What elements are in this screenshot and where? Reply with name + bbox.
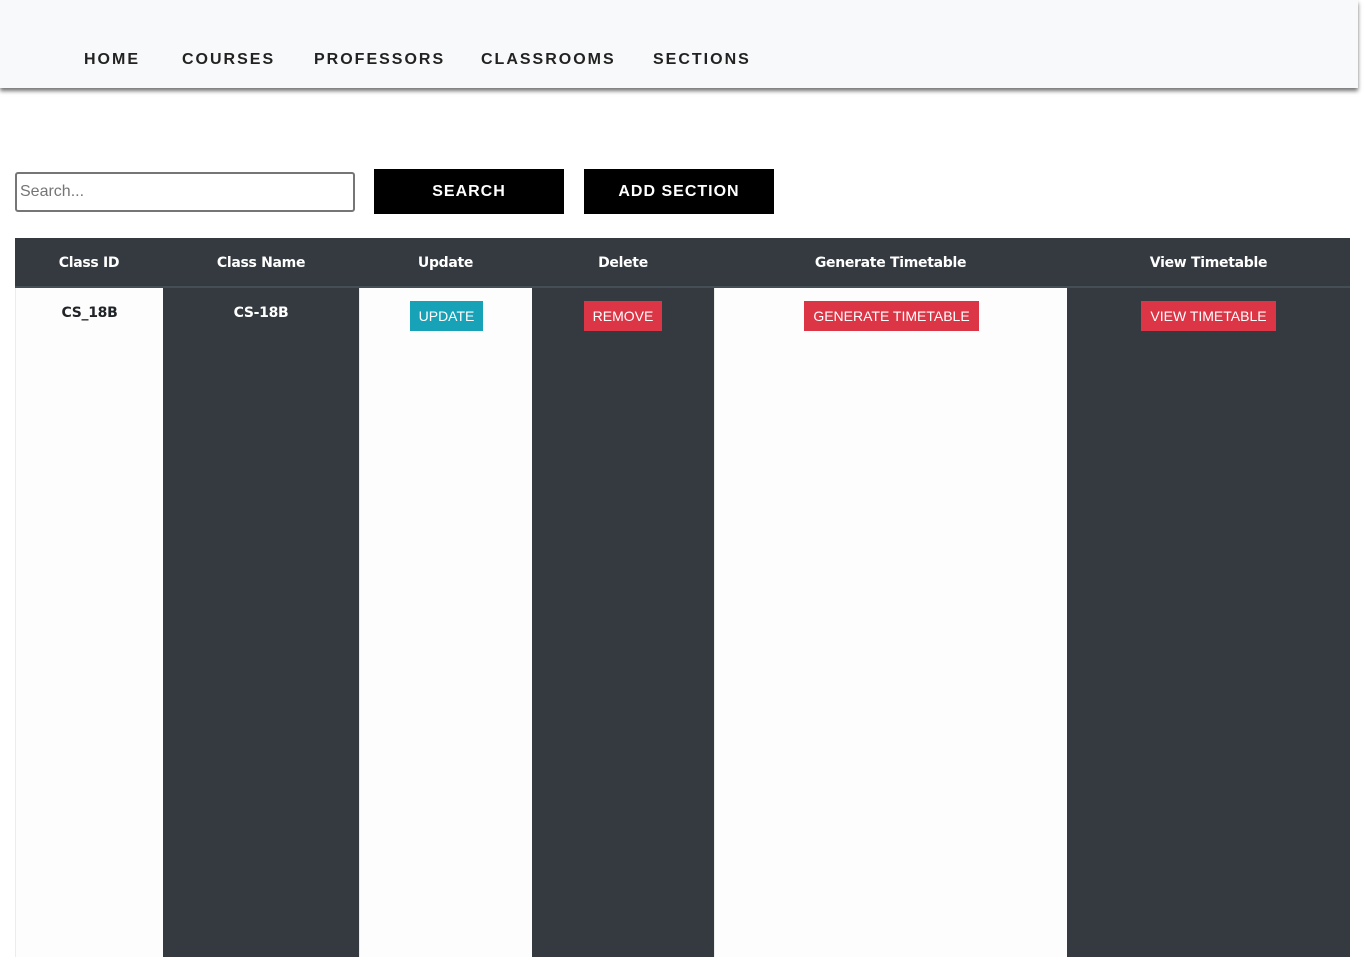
nav-home[interactable]: HOME bbox=[84, 51, 140, 69]
table-header: Class ID Class Name Update Delete Genera… bbox=[15, 238, 1350, 288]
add-section-button[interactable]: ADD SECTION bbox=[584, 169, 774, 214]
nav-courses[interactable]: COURSES bbox=[182, 51, 275, 69]
class-id-value: CS_18B bbox=[61, 305, 118, 321]
update-button[interactable]: UPDATE bbox=[410, 301, 483, 331]
header-delete: Delete bbox=[598, 255, 648, 271]
generate-timetable-button[interactable]: GENERATE TIMETABLE bbox=[804, 301, 979, 331]
nav-classrooms[interactable]: CLASSROOMS bbox=[481, 51, 616, 69]
table-row-cell-generate: GENERATE TIMETABLE bbox=[714, 288, 1067, 957]
table-row-cell-class-name: CS-18B bbox=[163, 288, 359, 957]
header-view-timetable: View Timetable bbox=[1149, 255, 1268, 271]
search-input[interactable] bbox=[15, 172, 355, 212]
header-class-name: Class Name bbox=[216, 255, 306, 271]
table-row-cell-class-id: CS_18B bbox=[15, 288, 163, 957]
class-name-value: CS-18B bbox=[233, 305, 289, 321]
top-navbar: HOME COURSES PROFESSORS CLASSROOMS SECTI… bbox=[0, 0, 1358, 88]
table-row-cell-update: UPDATE bbox=[359, 288, 532, 957]
view-timetable-button[interactable]: VIEW TIMETABLE bbox=[1141, 301, 1276, 331]
sections-table: Class ID Class Name Update Delete Genera… bbox=[15, 238, 1350, 957]
table-row-cell-view: VIEW TIMETABLE bbox=[1067, 288, 1350, 957]
nav-professors[interactable]: PROFESSORS bbox=[314, 51, 445, 69]
nav-sections[interactable]: SECTIONS bbox=[653, 51, 751, 69]
header-class-id: Class ID bbox=[58, 255, 120, 271]
remove-button[interactable]: REMOVE bbox=[584, 301, 662, 331]
table-row-cell-delete: REMOVE bbox=[532, 288, 714, 957]
header-generate-timetable: Generate Timetable bbox=[814, 255, 967, 271]
header-update: Update bbox=[417, 255, 474, 271]
search-button[interactable]: SEARCH bbox=[374, 169, 564, 214]
